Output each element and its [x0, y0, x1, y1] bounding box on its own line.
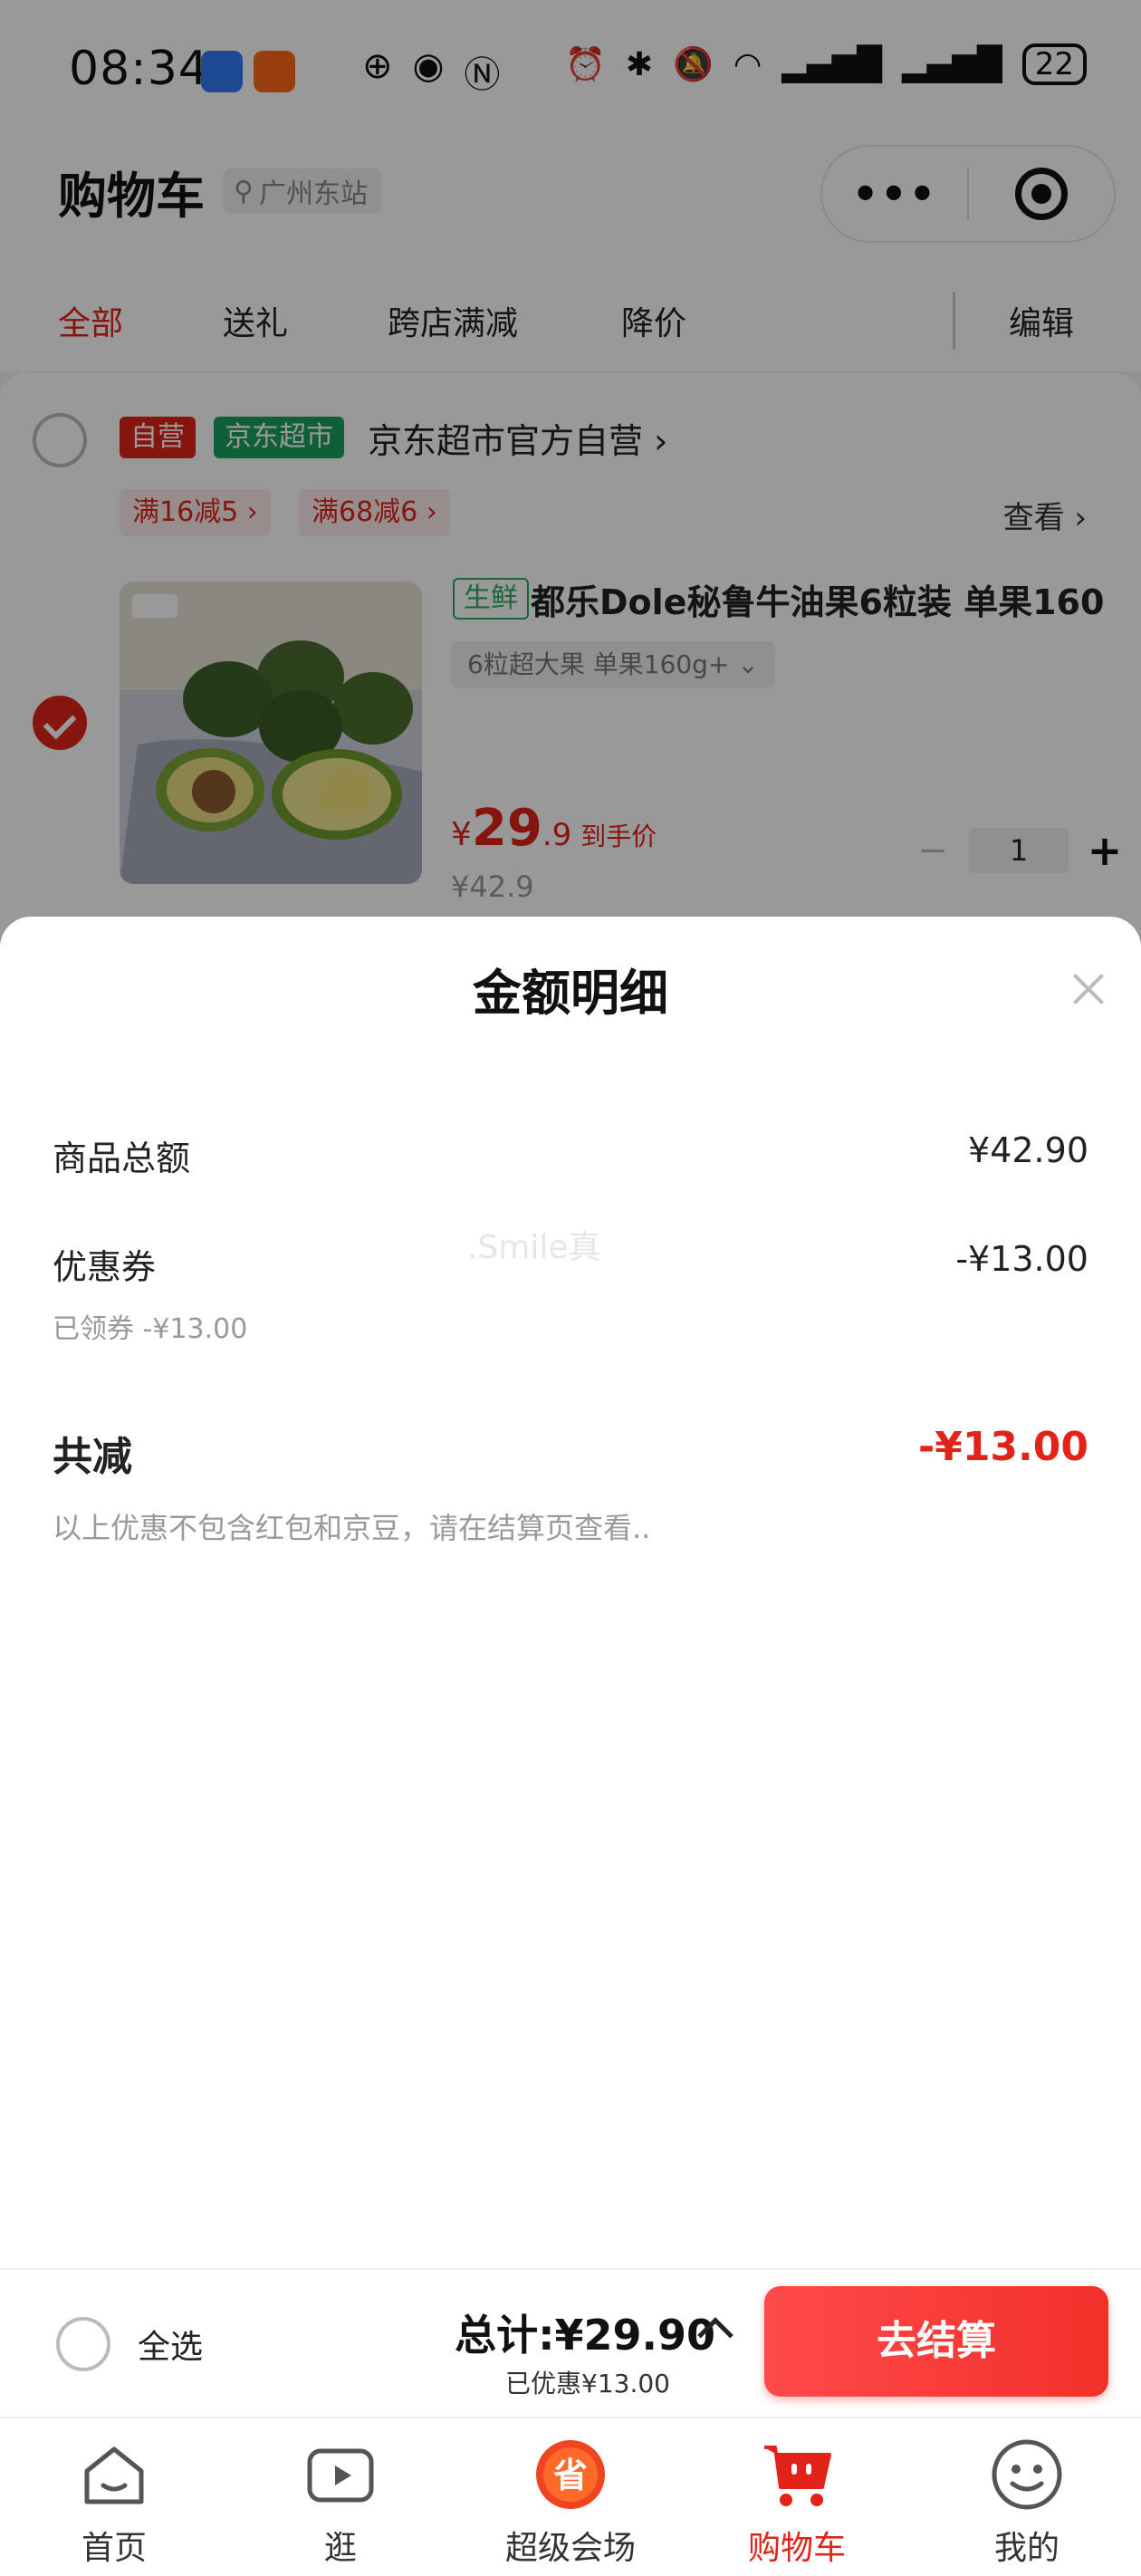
tabbar-item-cart[interactable]: 购物车	[706, 2437, 887, 2569]
goods-total-label: 商品总额	[53, 1139, 191, 1178]
super-venue-icon: 省	[536, 2440, 605, 2509]
saved-amount: 已优惠¥13.00	[505, 2369, 670, 2398]
play-icon	[307, 2448, 374, 2503]
total-reduce-label: 共减	[53, 1434, 132, 1480]
tabbar-item-super-venue[interactable]: 省 超级会场	[480, 2437, 661, 2569]
total-reduce-value: -¥13.00	[917, 1424, 1088, 1470]
tabbar-label-mine: 我的	[993, 2530, 1060, 2567]
bottom-tab-bar: 首页 逛 省 超级会场 购物车 我的	[0, 2417, 1141, 2576]
modal-overlay[interactable]	[0, 0, 1141, 960]
amount-detail-sheet: 金额明细 商品总额 ¥42.90 优惠券 -¥13.00 已领券 -¥13.00…	[0, 917, 1141, 2268]
home-icon	[84, 2446, 144, 2504]
checkout-button[interactable]: 去结算	[764, 2286, 1108, 2397]
cart-icon	[764, 2446, 831, 2506]
goods-total-value: ¥42.90	[968, 1130, 1088, 1170]
tabbar-item-browse[interactable]: 逛	[250, 2437, 431, 2569]
tabbar-item-home[interactable]: 首页	[24, 2437, 205, 2569]
tabbar-label-browse: 逛	[323, 2530, 357, 2567]
checkout-bar: 全选 总计:¥29.90 已优惠¥13.00 去结算	[0, 2268, 1141, 2417]
total-price: 总计:¥29.90	[455, 2311, 715, 2360]
sheet-title: 金额明细	[473, 965, 668, 1022]
close-icon[interactable]	[1063, 964, 1114, 1014]
coupon-value: -¥13.00	[955, 1239, 1088, 1279]
select-all-checkbox[interactable]	[56, 2317, 110, 2371]
coupon-sub-text: 已领券 -¥13.00	[53, 1313, 248, 1345]
tabbar-label-super-venue: 超级会场	[504, 2530, 636, 2567]
watermark-text: .Smile真	[467, 1229, 601, 1266]
smile-face-icon	[992, 2439, 1062, 2510]
discount-note: 以上优惠不包含红包和京豆，请在结算页查看..	[53, 1511, 651, 1545]
tabbar-item-mine[interactable]: 我的	[936, 2437, 1117, 2569]
svg-text:省: 省	[553, 2456, 588, 2495]
coupon-label: 优惠券	[53, 1247, 157, 1287]
select-all-label[interactable]: 全选	[138, 2321, 203, 2368]
tabbar-label-cart: 购物车	[747, 2530, 846, 2567]
tabbar-label-home: 首页	[81, 2530, 147, 2567]
